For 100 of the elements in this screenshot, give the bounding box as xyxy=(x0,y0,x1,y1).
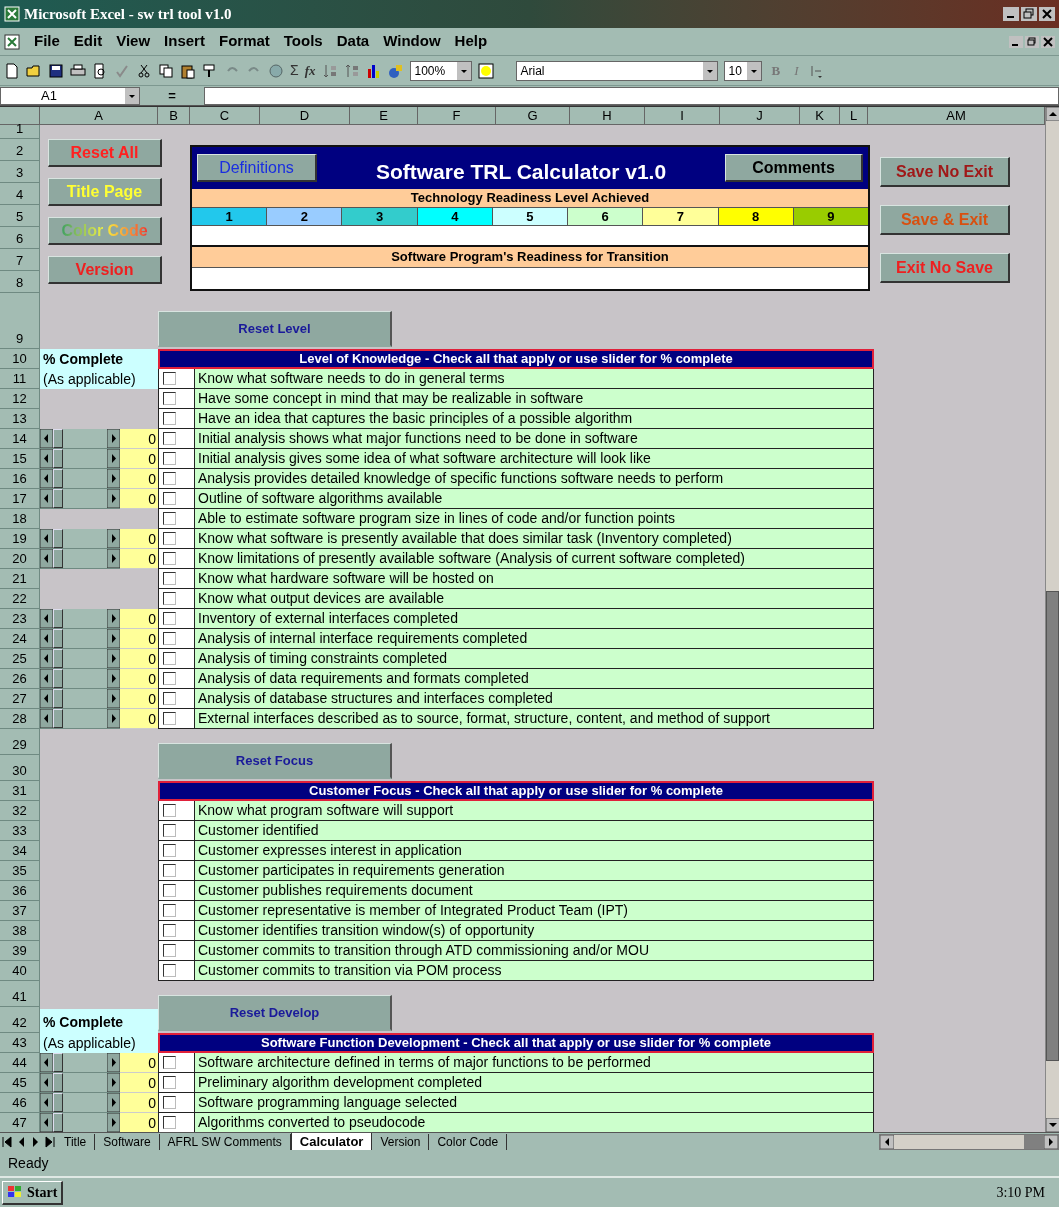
checkbox[interactable] xyxy=(163,884,176,897)
cut-icon[interactable] xyxy=(136,62,152,79)
save-icon[interactable] xyxy=(48,62,64,79)
checkbox[interactable] xyxy=(163,1096,176,1109)
font-dropdown[interactable]: Arial xyxy=(515,60,718,81)
row-header[interactable]: 19 xyxy=(0,529,40,549)
row-header[interactable]: 26 xyxy=(0,669,40,689)
row-header[interactable]: 23 xyxy=(0,609,40,629)
right-arrow-icon[interactable] xyxy=(107,609,120,628)
right-arrow-icon[interactable] xyxy=(107,489,120,508)
left-arrow-icon[interactable] xyxy=(40,529,53,548)
right-arrow-icon[interactable] xyxy=(107,1073,120,1092)
row-header[interactable]: 15 xyxy=(0,449,40,469)
left-arrow-icon[interactable] xyxy=(40,709,53,728)
slider-thumb[interactable] xyxy=(53,549,63,568)
row-header[interactable]: 10 xyxy=(0,349,40,369)
right-arrow-icon[interactable] xyxy=(107,1093,120,1112)
reset-button[interactable]: Reset Develop xyxy=(158,995,392,1031)
checkbox[interactable] xyxy=(163,472,176,485)
slider-thumb[interactable] xyxy=(53,429,63,448)
left-arrow-icon[interactable] xyxy=(40,1113,53,1132)
left-arrow-icon[interactable] xyxy=(40,449,53,468)
column-header[interactable]: AM xyxy=(868,107,1045,125)
left-arrow-icon[interactable] xyxy=(40,689,53,708)
row-header[interactable]: 14 xyxy=(0,429,40,449)
column-header[interactable]: C xyxy=(190,107,260,125)
right-arrow-icon[interactable] xyxy=(107,449,120,468)
slider-thumb[interactable] xyxy=(53,529,63,548)
column-header[interactable]: I xyxy=(645,107,720,125)
print-preview-icon[interactable] xyxy=(92,62,108,79)
right-arrow-icon[interactable] xyxy=(107,529,120,548)
minimize-icon[interactable] xyxy=(1003,7,1019,21)
checkbox[interactable] xyxy=(163,904,176,917)
name-box[interactable]: A1 xyxy=(0,86,140,105)
menu-item[interactable]: View xyxy=(116,30,151,53)
row-header[interactable]: 4 xyxy=(0,183,40,205)
left-arrow-icon[interactable] xyxy=(40,549,53,568)
row-header[interactable]: 30 xyxy=(0,755,40,781)
column-header[interactable]: J xyxy=(720,107,800,125)
row-header[interactable]: 25 xyxy=(0,649,40,669)
function-button[interactable]: fx xyxy=(304,60,316,81)
scroll-thumb[interactable] xyxy=(1046,591,1059,1061)
row-header[interactable]: 13 xyxy=(0,409,40,429)
row-header[interactable]: 46 xyxy=(0,1093,40,1113)
checkbox[interactable] xyxy=(163,632,176,645)
row-header[interactable]: 38 xyxy=(0,921,40,941)
checkbox[interactable] xyxy=(163,492,176,505)
row-header[interactable]: 27 xyxy=(0,689,40,709)
row-header[interactable]: 5 xyxy=(0,205,40,227)
row-header[interactable]: 33 xyxy=(0,821,40,841)
minimize-icon[interactable] xyxy=(1009,35,1023,48)
restore-icon[interactable] xyxy=(1025,35,1039,48)
row-header[interactable]: 31 xyxy=(0,781,40,801)
column-header[interactable]: H xyxy=(570,107,645,125)
checkbox[interactable] xyxy=(163,412,176,425)
scroll-thumb[interactable] xyxy=(1024,1134,1044,1149)
comments-button[interactable]: Comments xyxy=(725,154,863,182)
right-arrow-icon[interactable] xyxy=(107,709,120,728)
row-header[interactable]: 32 xyxy=(0,801,40,821)
menu-item[interactable]: Edit xyxy=(73,30,103,53)
column-header[interactable]: G xyxy=(496,107,570,125)
copy-icon[interactable] xyxy=(158,62,174,79)
checkbox[interactable] xyxy=(163,692,176,705)
menu-item[interactable]: Tools xyxy=(283,30,323,53)
checkbox[interactable] xyxy=(163,824,176,837)
checkbox[interactable] xyxy=(163,392,176,405)
left-arrow-icon[interactable] xyxy=(40,489,53,508)
last-sheet-icon[interactable] xyxy=(42,1133,56,1150)
row-header[interactable]: 3 xyxy=(0,161,40,183)
row-header[interactable]: 28 xyxy=(0,709,40,729)
column-header[interactable]: A xyxy=(40,107,158,125)
sheet-tab[interactable]: Calculator xyxy=(290,1132,373,1151)
checkbox[interactable] xyxy=(163,804,176,817)
checkbox[interactable] xyxy=(163,844,176,857)
checkbox[interactable] xyxy=(163,572,176,585)
slider-thumb[interactable] xyxy=(53,1093,63,1112)
menu-item[interactable]: Help xyxy=(454,30,488,53)
right-arrow-icon[interactable] xyxy=(107,689,120,708)
checkbox[interactable] xyxy=(163,1056,176,1069)
row-header[interactable]: 12 xyxy=(0,389,40,409)
format-painter-icon[interactable] xyxy=(202,62,218,79)
row-header[interactable]: 37 xyxy=(0,901,40,921)
right-arrow-icon[interactable] xyxy=(107,669,120,688)
checkbox[interactable] xyxy=(163,372,176,385)
right-arrow-icon[interactable] xyxy=(107,1113,120,1132)
help-icon[interactable] xyxy=(477,62,494,79)
checkbox[interactable] xyxy=(163,864,176,877)
row-header[interactable]: 22 xyxy=(0,589,40,609)
slider-thumb[interactable] xyxy=(53,469,63,488)
right-arrow-icon[interactable] xyxy=(107,649,120,668)
column-header[interactable]: B xyxy=(158,107,190,125)
checkbox[interactable] xyxy=(163,432,176,445)
checkbox[interactable] xyxy=(163,652,176,665)
row-header[interactable]: 43 xyxy=(0,1033,40,1053)
right-arrow-icon[interactable] xyxy=(107,549,120,568)
row-header[interactable]: 16 xyxy=(0,469,40,489)
left-arrow-icon[interactable] xyxy=(40,1053,53,1072)
left-arrow-icon[interactable] xyxy=(40,429,53,448)
column-header[interactable]: K xyxy=(800,107,840,125)
slider-thumb[interactable] xyxy=(53,489,63,508)
